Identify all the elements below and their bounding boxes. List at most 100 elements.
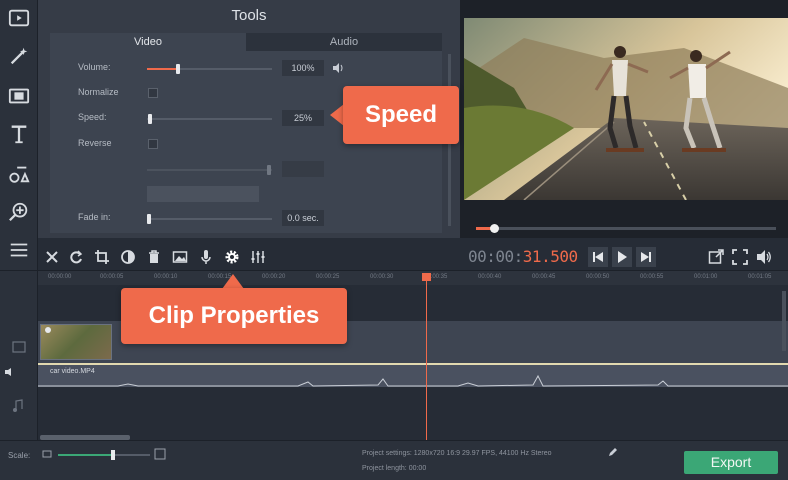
volume-slider-handle[interactable] xyxy=(176,64,180,74)
ruler-tick: 00:00:20 xyxy=(262,274,286,280)
reverse-checkbox[interactable] xyxy=(148,139,158,149)
scale-label: Scale: xyxy=(8,451,31,460)
popout-preview-icon[interactable] xyxy=(706,247,726,267)
editing-toolbar: 00:00:31.500 xyxy=(38,244,788,270)
scale-slider-handle[interactable] xyxy=(111,450,115,460)
speed-slider[interactable] xyxy=(147,114,272,124)
crop-icon[interactable] xyxy=(92,247,112,267)
export-button[interactable]: Export xyxy=(684,451,778,474)
equalizer-icon[interactable] xyxy=(248,247,268,267)
audio-track[interactable]: car video.MP4 xyxy=(38,363,788,387)
scale-slider[interactable] xyxy=(58,450,150,460)
volume-row: Volume: 100% xyxy=(50,58,442,78)
zoom-icon[interactable] xyxy=(5,198,33,226)
preview-panel xyxy=(460,0,788,238)
audio-track-mute-icon[interactable] xyxy=(4,367,16,377)
disabled-value xyxy=(282,161,324,177)
speaker-icon[interactable] xyxy=(332,62,344,74)
previous-icon[interactable] xyxy=(588,247,608,267)
clip-properties-callout: Clip Properties xyxy=(121,288,347,344)
video-track-icon[interactable] xyxy=(12,341,26,353)
play-icon[interactable] xyxy=(612,247,632,267)
ruler-tick: 00:00:10 xyxy=(154,274,178,280)
transitions-icon[interactable] xyxy=(5,82,33,110)
project-settings: Project settings: 1280x720 16:9 29.97 FP… xyxy=(362,450,552,457)
reverse-label: Reverse xyxy=(78,138,112,148)
color-adjust-icon[interactable] xyxy=(118,247,138,267)
clip-marker xyxy=(45,327,51,333)
normalize-label: Normalize xyxy=(78,87,119,97)
ruler-tick: 00:00:40 xyxy=(478,274,502,280)
tab-audio[interactable]: Audio xyxy=(246,33,442,51)
speed-callout-pointer xyxy=(330,104,344,126)
microphone-icon[interactable] xyxy=(196,247,216,267)
import-media-icon[interactable] xyxy=(5,4,33,32)
timeline-ruler[interactable]: 00:00:00 00:00:05 00:00:10 00:00:15 00:0… xyxy=(38,271,788,285)
delete-icon[interactable] xyxy=(144,247,164,267)
timecode-elapsed: 00:00: xyxy=(468,247,523,266)
more-tools-icon[interactable] xyxy=(5,236,33,264)
titles-icon[interactable] xyxy=(5,120,33,148)
clip-properties-gear-icon[interactable] xyxy=(222,247,242,267)
status-footer: Scale: Project settings: 1280x720 16:9 2… xyxy=(0,440,788,480)
speed-label: Speed: xyxy=(78,112,107,122)
rotate-icon[interactable] xyxy=(66,247,86,267)
project-length: Project length: 00:00 xyxy=(362,465,427,472)
scale-slider-fill xyxy=(58,454,114,456)
disabled-slider xyxy=(147,165,272,175)
tool-rail xyxy=(0,0,38,270)
ruler-tick: 00:00:50 xyxy=(586,274,610,280)
tab-video[interactable]: Video xyxy=(50,33,246,51)
tools-tabs: Video Audio xyxy=(50,33,442,51)
disabled-slider-handle xyxy=(267,165,271,175)
zoom-out-icon[interactable] xyxy=(42,450,52,458)
edit-pencil-icon[interactable] xyxy=(608,447,618,457)
playback-progress-handle[interactable] xyxy=(490,224,499,233)
video-preview[interactable] xyxy=(464,18,788,200)
cut-icon[interactable] xyxy=(42,247,62,267)
tools-panel-title: Tools xyxy=(231,7,267,24)
timecode-accent: 31.500 xyxy=(522,247,578,266)
volume-label: Volume: xyxy=(78,62,111,72)
next-icon[interactable] xyxy=(636,247,656,267)
ruler-tick: 00:00:05 xyxy=(100,274,124,280)
video-frame-image xyxy=(464,18,788,200)
disabled-row xyxy=(50,159,442,179)
video-clip-thumbnail[interactable] xyxy=(40,324,112,360)
fade-in-slider-handle[interactable] xyxy=(147,214,151,224)
audio-clip-top-line xyxy=(38,363,788,365)
speed-slider-handle[interactable] xyxy=(148,114,152,124)
fade-in-slider[interactable] xyxy=(147,214,272,224)
stickers-icon[interactable] xyxy=(5,160,33,188)
disabled-dropdown xyxy=(147,186,259,202)
disabled-dropdown-row xyxy=(50,184,442,204)
insert-image-icon[interactable] xyxy=(170,247,190,267)
timecode-display: 00:00:31.500 xyxy=(468,247,578,266)
volume-value[interactable]: 100% xyxy=(282,60,324,76)
zoom-in-icon[interactable] xyxy=(154,448,166,460)
fullscreen-icon[interactable] xyxy=(730,247,750,267)
timeline-track-headers xyxy=(0,271,38,441)
fade-in-value[interactable]: 0.0 sec. xyxy=(282,210,324,226)
playhead[interactable] xyxy=(426,275,427,441)
ruler-tick: 00:00:30 xyxy=(370,274,394,280)
ruler-tick: 00:00:25 xyxy=(316,274,340,280)
playback-progress-bar[interactable] xyxy=(476,224,776,233)
ruler-tick: 00:00:00 xyxy=(48,274,72,280)
speed-value[interactable]: 25% xyxy=(282,110,324,126)
audio-waveform xyxy=(38,374,788,387)
ruler-tick: 00:01:00 xyxy=(694,274,718,280)
ruler-tick: 00:00:55 xyxy=(640,274,664,280)
volume-icon[interactable] xyxy=(754,247,774,267)
volume-slider[interactable] xyxy=(147,64,272,74)
timeline: 00:00:00 00:00:05 00:00:10 00:00:15 00:0… xyxy=(0,270,788,441)
speed-callout: Speed xyxy=(343,86,459,144)
volume-slider-fill xyxy=(147,68,178,70)
timeline-vertical-scrollbar[interactable] xyxy=(782,291,786,351)
ruler-tick: 00:00:45 xyxy=(532,274,556,280)
fade-in-label: Fade in: xyxy=(78,212,111,222)
music-track-icon[interactable] xyxy=(12,399,24,413)
fade-in-row: Fade in: 0.0 sec. xyxy=(50,208,442,228)
normalize-checkbox[interactable] xyxy=(148,88,158,98)
magic-wand-icon[interactable] xyxy=(5,42,33,70)
